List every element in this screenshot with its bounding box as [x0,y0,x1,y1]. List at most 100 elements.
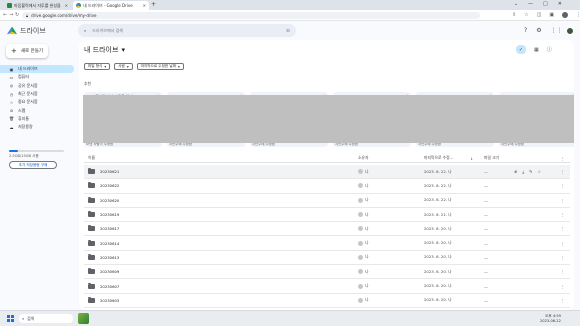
sidebar-item-0[interactable]: ▣ 내 드라이브 [0,65,74,74]
browser-tab-sheet[interactable]: 마음블럭에서 자투를 완성을 ✕ [4,1,71,10]
window-controls: — □ ✕ [528,1,562,7]
system-clock[interactable]: 오후 4:59 2023-06-22 [540,314,561,323]
modified-cell: 2023. 6. 22. 나 [424,197,452,203]
close-window-icon[interactable]: ✕ [558,1,562,7]
table-row[interactable]: 20230617 나 2023. 6. 20. 나 — ⋮ [84,222,570,237]
list-view-icon[interactable]: ✓ [516,45,526,54]
page-title[interactable]: 내 드라이브 ▾ [84,45,125,55]
column-name[interactable]: 이름 [88,155,95,161]
owner-cell: 나 [358,226,369,232]
more-options-icon[interactable]: ⋮ [561,183,565,188]
plus-icon: + [11,47,17,55]
filter-chip-0[interactable]: 파일 형식 ▾ [84,63,111,70]
buy-storage-button[interactable]: 추가 저장용량 구매 [9,161,57,169]
sidebar-item-2[interactable]: ◎ 공유 문서함 [0,82,78,90]
more-options-icon[interactable]: ⋮ [561,298,565,303]
account-avatar[interactable] [566,27,574,35]
browser-tab-drive[interactable]: 내 드라이브 - Google Drive ✕ [73,1,149,10]
more-options-icon[interactable]: ⋮ [561,198,565,203]
new-tab-icon[interactable]: + [151,1,156,9]
table-row[interactable]: 20230621 나 2023. 6. 22. 나 — ⊕ ⤓ ✎ ☆ ⋮ [84,165,570,180]
sort-arrow-icon[interactable]: ↓ [470,156,473,161]
filter-chip-2[interactable]: 마지막으로 수정한 날짜 ▾ [136,63,184,70]
sidebar-item-1[interactable]: ▭ 컴퓨터 [0,73,78,81]
column-size[interactable]: 파일 크기 [484,155,499,161]
more-options-icon[interactable]: ⋮ [561,284,565,289]
chevron-down-icon: ▾ [104,64,107,69]
folder-icon [88,182,95,189]
weather-widget-icon[interactable] [78,313,89,324]
taskbar-search[interactable]: ⌕ 검색 [19,314,73,323]
close-icon[interactable]: ✕ [65,3,68,8]
sidebar-item-5[interactable]: ⊘ 스팸 [0,106,78,114]
suggested-label: 추천 [84,81,91,86]
sidebar-item-label: 중요 문서함 [18,99,38,105]
extensions-icon[interactable]: ◫ [537,12,542,18]
table-row[interactable]: 20230607 나 2023. 6. 20. 나 — ⋮ [84,279,570,294]
tab-title: 마음블럭에서 자투를 완성을 [14,2,61,8]
help-icon[interactable]: ? [524,27,527,34]
sidebar-item-6[interactable]: 🗑︎ 휴지통 [0,115,78,123]
minimize-icon[interactable]: — [528,1,533,7]
sidepanel-icon[interactable]: ▣ [549,12,554,18]
bookmark-star-icon[interactable]: ☆ [524,12,528,18]
column-owner[interactable]: 소유자 [358,155,368,161]
menu-kebab-icon[interactable]: ⋮ [576,12,580,18]
forward-icon[interactable]: → [9,12,13,18]
trash-icon: 🗑︎ [9,116,15,122]
maximize-icon[interactable]: □ [543,1,548,7]
table-row[interactable]: 20230609 나 2023. 6. 20. 나 — ⋮ [84,265,570,280]
search-input[interactable] [92,28,281,33]
table-row[interactable]: 20230613 나 2023. 6. 20. 나 — ⋮ [84,251,570,266]
table-row[interactable]: 20230619 나 2023. 6. 21. 나 — ⋮ [84,208,570,223]
details-info-icon[interactable]: ⓘ [547,46,552,53]
spam-icon: ⊘ [9,108,14,114]
url-bar[interactable]: 🔒︎ drive.google.com/drive/my-drive [22,12,480,19]
more-options-icon[interactable]: ⋮ [561,212,565,217]
share-icon[interactable]: ⇪ [512,12,516,18]
settings-gear-icon[interactable]: ⚙ [536,27,541,34]
chevron-down-icon[interactable]: ⌄ [514,1,518,7]
table-row[interactable]: 20230622 나 2023. 6. 22. 나 — ⋮ [84,179,570,194]
profile-avatar[interactable] [562,12,569,18]
table-row[interactable]: 20230603 나 2023. 6. 20. 나 — ⋮ [84,294,570,308]
table-row[interactable]: 20230620 나 2023. 6. 22. 나 — ⋮ [84,194,570,208]
back-icon[interactable]: ← [3,12,7,18]
close-icon[interactable]: ✕ [143,3,146,8]
more-options-icon[interactable]: ⋮ [561,255,565,260]
more-options-icon[interactable]: ⋮ [561,169,565,174]
edit-icon[interactable]: ✎ [529,169,532,174]
sidebar-item-3[interactable]: ◷ 최근 문서함 [0,90,78,98]
column-modified[interactable]: 마지막으로 수정... [424,155,453,161]
clock-icon: ◷ [9,91,14,97]
table-row[interactable]: 20230614 나 2023. 6. 20. 나 — ⋮ [84,236,570,251]
folder-name: 20230619 [100,212,120,218]
new-button[interactable]: + 새로 만들기 [6,44,48,58]
size-cell: — [484,226,488,232]
address-bar-row: ← → ↻ 🔒︎ drive.google.com/drive/my-drive… [0,10,580,21]
windows-start-icon[interactable] [7,315,14,322]
more-options-icon[interactable]: ⋮ [561,226,565,231]
search-bar[interactable]: ⌕ ☷ [78,24,296,37]
filter-chip-1[interactable]: 사람 ▾ [114,63,133,70]
sidebar-item-label: 내 드라이브 [18,66,38,72]
owner-cell: 나 [358,169,369,175]
download-icon[interactable]: ⤓ [522,169,524,174]
search-options-icon[interactable]: ☷ [286,28,290,33]
grid-view-icon[interactable]: ▦ [534,47,539,53]
tab-title: 내 드라이브 - Google Drive [83,2,133,8]
main-pane: 내 드라이브 ▾ ✓ ▦ ⓘ 파일 형식 ▾ 사람 ▾ 마지막으로 수정한 날짜 ▾ 추천… [79,40,574,310]
reload-icon[interactable]: ↻ [15,12,19,18]
owner-name: 나 [365,283,369,289]
sidebar-item-7[interactable]: ☁ 저장용량 [0,123,78,131]
drive-logo[interactable]: 드라이브 [7,26,46,36]
browser-toolbar-icons: ⇪ ☆ ◫ ▣ ⋮ [512,12,580,18]
search-icon[interactable]: ⌕ [84,28,86,33]
more-options-icon[interactable]: ⋮ [561,156,565,161]
more-options-icon[interactable]: ⋮ [561,269,565,274]
sidebar-item-4[interactable]: ☆ 중요 문서함 [0,98,78,106]
star-icon[interactable]: ☆ [538,169,542,174]
more-options-icon[interactable]: ⋮ [561,241,565,246]
apps-grid-icon[interactable]: ⋮⋮ [551,27,563,34]
add-person-icon[interactable]: ⊕ [514,169,517,174]
